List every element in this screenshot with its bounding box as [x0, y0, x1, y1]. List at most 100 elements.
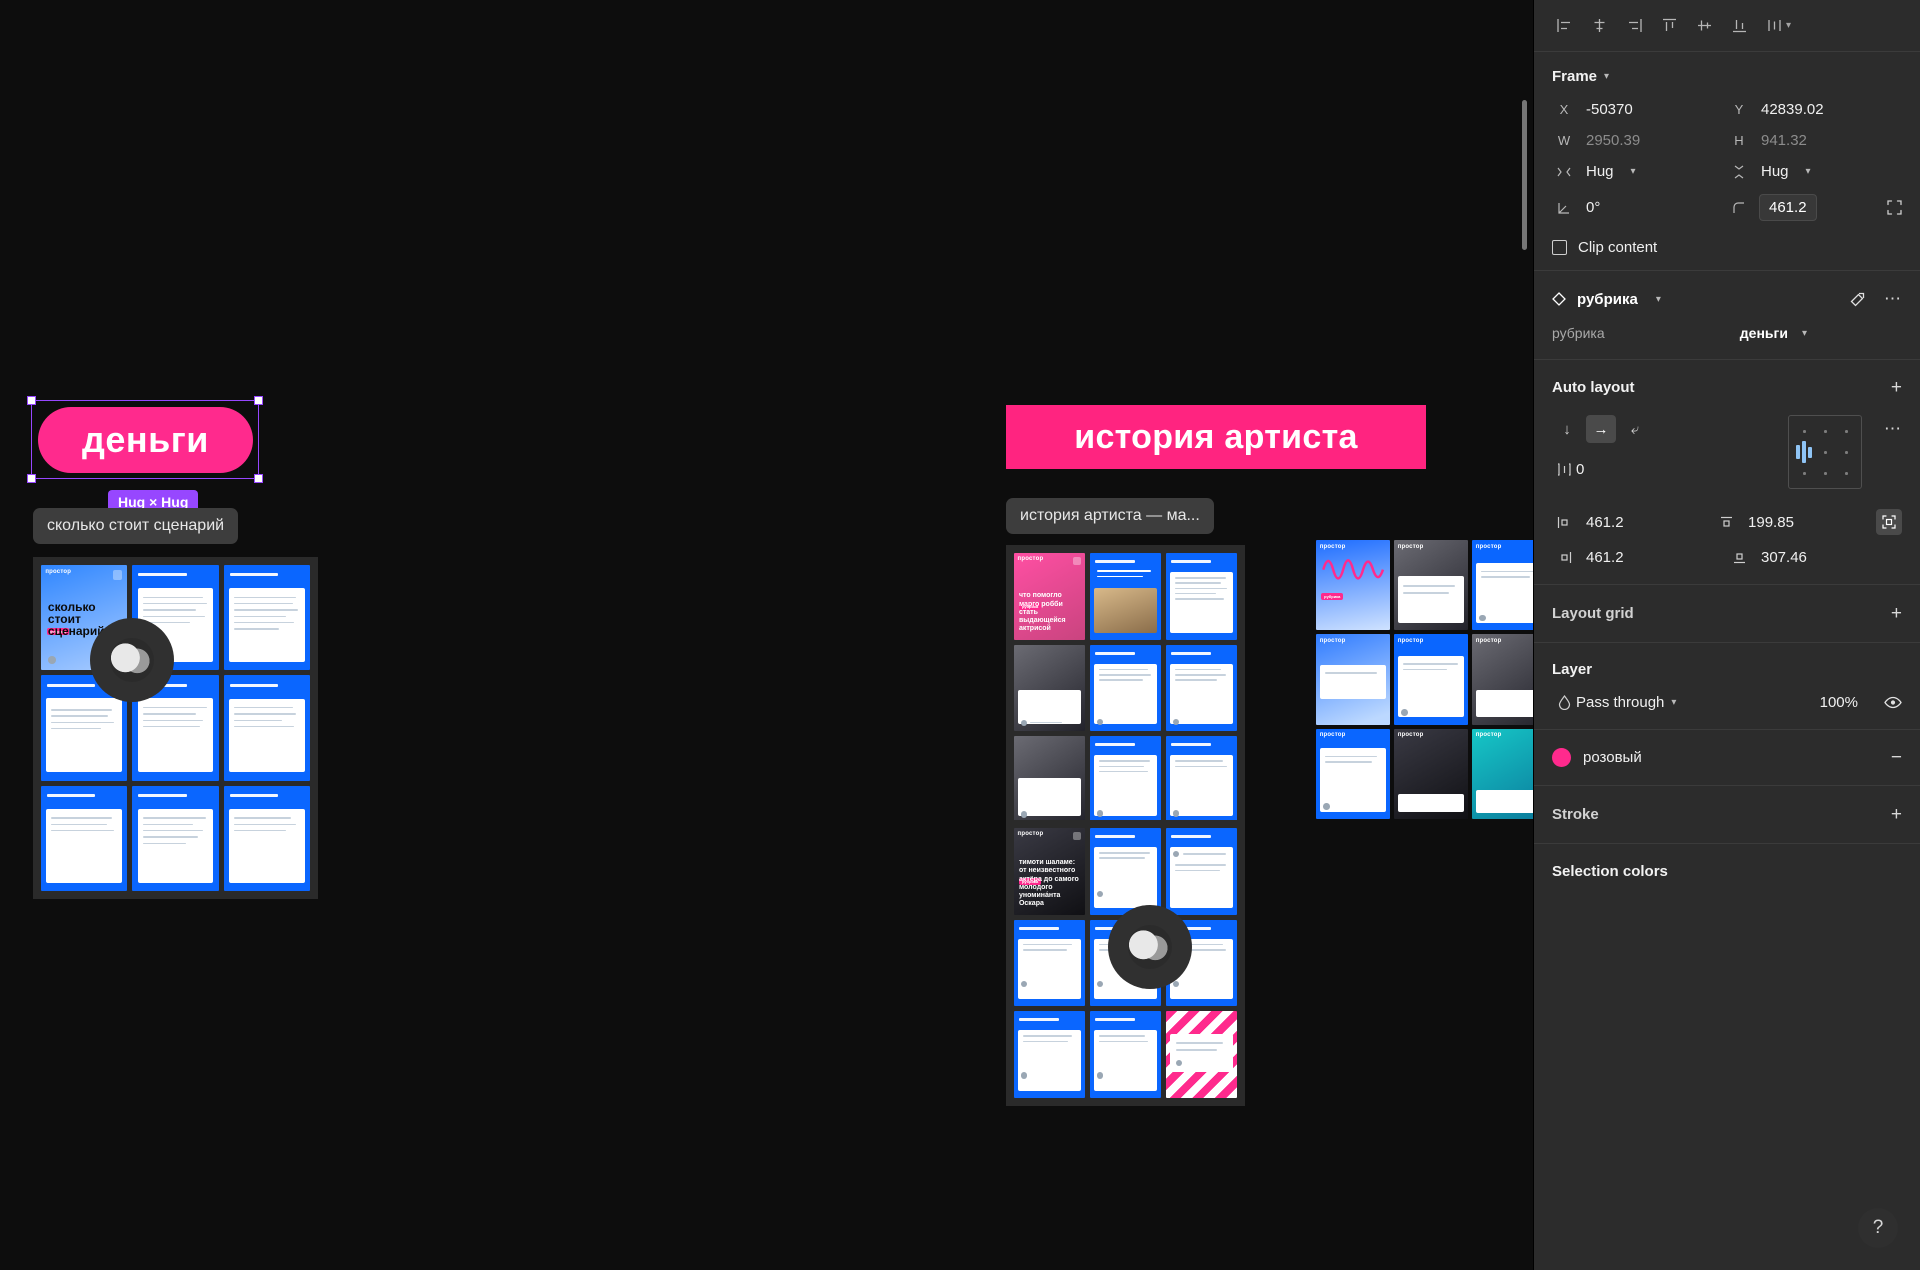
banner-istoriya-artista[interactable]: история артиста [1006, 405, 1426, 469]
resize-handle-top-left[interactable] [27, 396, 36, 405]
resize-handle-bottom-right[interactable] [253, 473, 263, 483]
direction-vertical-button[interactable]: ↓ [1552, 415, 1582, 443]
figma-window: деньги Hug × Hug сколько стоит сценарий … [0, 0, 1920, 1270]
w-value[interactable]: 2950.39 [1586, 132, 1640, 149]
card[interactable] [1014, 644, 1085, 732]
card[interactable] [132, 785, 219, 891]
corner-radius-input[interactable]: 461.2 [1759, 194, 1817, 221]
card[interactable]: простор [1316, 634, 1390, 725]
gap-value[interactable]: 0 [1576, 461, 1584, 478]
visibility-eye-icon[interactable] [1884, 696, 1902, 709]
blend-mode-icon [1552, 695, 1576, 710]
help-button[interactable]: ? [1858, 1208, 1898, 1248]
card[interactable] [1090, 644, 1161, 732]
align-horizontal-center-icon[interactable] [1591, 17, 1608, 34]
padding-bottom-value[interactable]: 307.46 [1761, 549, 1807, 566]
card-group-money[interactable]: простор рубрика сколько стоит сценарий [33, 557, 318, 899]
card[interactable]: простор [1316, 728, 1390, 819]
frame-name-istoriya-artista[interactable]: история артиста — ма... [1006, 498, 1214, 534]
fill-style-name[interactable]: розовый [1583, 749, 1642, 766]
card[interactable] [1166, 828, 1237, 915]
alignment-pad[interactable] [1788, 415, 1862, 489]
resize-handle-top-right[interactable] [253, 396, 263, 405]
card[interactable]: простор рубрика тимоти шаламе: от неизве… [1014, 828, 1085, 915]
selected-chip-wrapper[interactable]: деньги [27, 396, 263, 483]
chevron-down-icon[interactable]: ▾ [1802, 328, 1807, 339]
component-property-label: рубрика [1552, 325, 1605, 341]
card[interactable]: простор [1394, 728, 1468, 819]
selection-colors-section: Selection colors [1534, 844, 1920, 894]
add-auto-layout-icon[interactable]: + [1891, 378, 1902, 397]
card[interactable]: простор рубрика что помогло марго робби … [1014, 553, 1085, 640]
padding-left-value[interactable]: 461.2 [1586, 514, 1624, 531]
component-more-icon[interactable]: ⋯ [1884, 289, 1902, 309]
card[interactable] [223, 675, 310, 781]
card[interactable]: простор [1394, 634, 1468, 725]
independent-corners-icon[interactable] [1887, 200, 1902, 215]
card[interactable] [1090, 553, 1161, 640]
align-right-icon[interactable] [1626, 17, 1643, 34]
blend-opacity-row: Pass through ▾ 100% [1552, 694, 1902, 711]
y-value[interactable]: 42839.02 [1761, 101, 1824, 118]
chevron-down-icon[interactable]: ▾ [1671, 697, 1676, 708]
blend-mode-value[interactable]: Pass through [1576, 694, 1664, 711]
card-group-right-partial[interactable]: простор рубрика простор простор простор … [1316, 540, 1533, 819]
card[interactable] [223, 565, 310, 671]
card[interactable] [223, 785, 310, 891]
card[interactable] [1166, 736, 1237, 823]
chevron-down-icon[interactable]: ▾ [1604, 71, 1609, 82]
direction-wrap-button[interactable]: ⤶ [1620, 415, 1650, 443]
design-canvas[interactable]: деньги Hug × Hug сколько стоит сценарий … [0, 0, 1533, 1270]
align-left-icon[interactable] [1556, 17, 1573, 34]
align-top-icon[interactable] [1661, 17, 1678, 34]
layout-grid-section: Layout grid + [1534, 585, 1920, 643]
opacity-value[interactable]: 100% [1820, 694, 1858, 711]
rotation-value[interactable]: 0° [1586, 199, 1600, 216]
card[interactable] [1166, 1011, 1237, 1098]
align-vertical-center-icon[interactable] [1696, 17, 1713, 34]
card[interactable] [41, 785, 128, 891]
h-value[interactable]: 941.32 [1761, 132, 1807, 149]
chevron-down-icon[interactable]: ▾ [1631, 166, 1636, 177]
card[interactable] [1014, 919, 1085, 1007]
clip-content-row[interactable]: Clip content [1552, 239, 1902, 256]
add-stroke-icon[interactable]: + [1891, 805, 1902, 824]
padding-right-value[interactable]: 461.2 [1586, 549, 1624, 566]
canvas-scrollbar[interactable] [1522, 100, 1527, 250]
padding-top-value[interactable]: 199.85 [1748, 514, 1794, 531]
card[interactable]: простор [1472, 728, 1533, 819]
resize-handle-bottom-left[interactable] [27, 473, 36, 483]
auto-layout-more-icon[interactable]: ⋯ [1884, 419, 1902, 439]
card[interactable] [1014, 1011, 1085, 1098]
card[interactable] [1166, 553, 1237, 640]
vertical-resize-value[interactable]: Hug [1761, 163, 1789, 180]
remove-fill-icon[interactable]: − [1891, 748, 1902, 767]
chevron-down-icon[interactable]: ▾ [1656, 294, 1661, 305]
x-value[interactable]: -50370 [1586, 101, 1633, 118]
component-property-value[interactable]: деньги [1740, 325, 1788, 341]
card-group-artist-story[interactable]: простор рубрика что помогло марго робби … [1006, 545, 1245, 831]
individual-padding-toggle[interactable] [1876, 509, 1902, 535]
card[interactable] [1090, 828, 1161, 915]
chevron-down-icon[interactable]: ▾ [1806, 166, 1811, 177]
card-brand: простор [1319, 732, 1346, 739]
horizontal-resize-value[interactable]: Hug [1586, 163, 1614, 180]
card[interactable]: простор рубрика [1316, 540, 1390, 631]
resizing-row: Hug ▾ Hug ▾ [1552, 163, 1902, 180]
card[interactable]: простор [1394, 540, 1468, 631]
chip-dengi[interactable]: деньги [38, 407, 253, 473]
clip-content-checkbox[interactable] [1552, 240, 1567, 255]
card[interactable] [1166, 644, 1237, 732]
add-layout-grid-icon[interactable]: + [1891, 604, 1902, 623]
card[interactable]: простор [1472, 540, 1533, 631]
card[interactable] [1014, 736, 1085, 823]
go-to-main-component-icon[interactable] [1849, 291, 1866, 308]
direction-horizontal-button[interactable]: → [1586, 415, 1616, 443]
card[interactable]: простор [1472, 634, 1533, 725]
align-bottom-icon[interactable] [1731, 17, 1748, 34]
distribute-icon[interactable]: ▾ [1766, 17, 1791, 34]
frame-name-skolko-stoit-scenariy[interactable]: сколько стоит сценарий [33, 508, 239, 544]
card[interactable] [1090, 736, 1161, 823]
fill-color-swatch[interactable] [1552, 748, 1571, 767]
card[interactable] [1090, 1011, 1161, 1098]
